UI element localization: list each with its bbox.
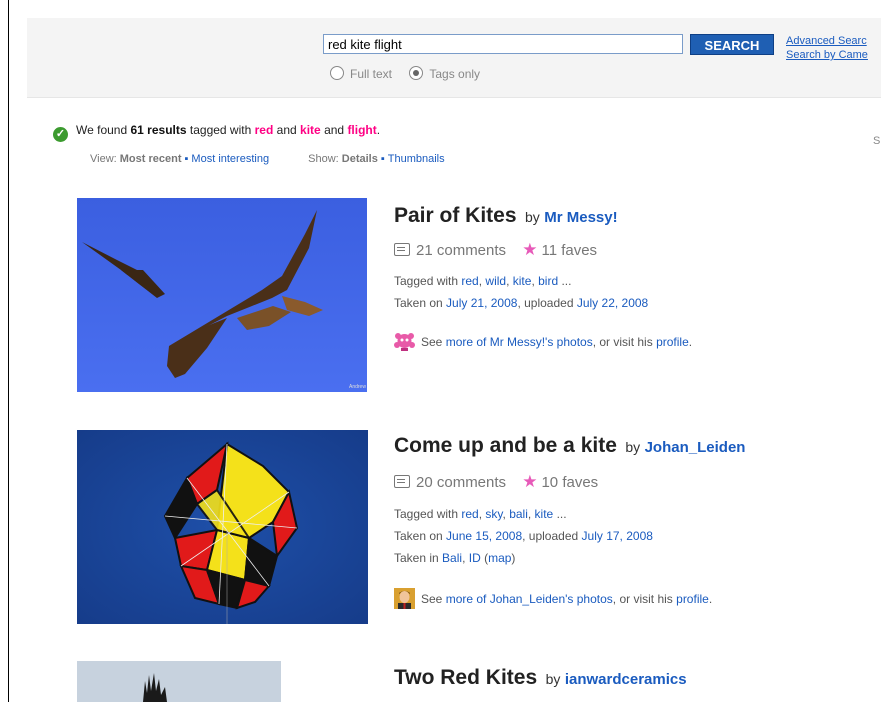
taken-on-label: Taken on <box>394 296 443 310</box>
search-mode-options: Full text Tags only <box>330 66 494 82</box>
tags-only-label: Tags only <box>429 67 481 81</box>
show-label: Show: <box>308 153 339 165</box>
tagged-with-label: Tagged with <box>394 507 459 521</box>
view-options: View: Most recent ▪ Most interesting Show:… <box>90 153 445 165</box>
result-title-line: Pair of Kites by Mr Messy! <box>394 204 618 228</box>
comment-icon <box>394 243 410 256</box>
uploaded-label: , uploaded <box>517 296 574 310</box>
summary-period: . <box>376 123 381 137</box>
uploaded-label: , uploaded <box>522 529 579 543</box>
map-link[interactable]: map <box>488 551 511 565</box>
show-details: Details <box>341 153 378 165</box>
summary-tag-kite[interactable]: kite <box>300 123 321 137</box>
result-owner-link[interactable]: Johan_Leiden <box>645 439 746 456</box>
cut-off-label: S <box>873 135 881 147</box>
tag-link[interactable]: kite <box>513 274 532 288</box>
checkmark-icon: ✓ <box>53 127 68 142</box>
advanced-search-link[interactable]: Advanced Searc <box>786 34 868 48</box>
fave-star-icon: ★ <box>522 472 538 491</box>
result-title-link[interactable]: Come up and be a kite <box>394 434 617 457</box>
results-summary: ✓ We found 61 results tagged with red and… <box>53 123 380 142</box>
result-dates: Taken on June 15, 2008, uploaded July 17… <box>394 529 653 543</box>
fave-star-icon: ★ <box>522 240 538 259</box>
view-most-recent: Most recent <box>119 153 182 165</box>
comment-icon <box>394 475 410 488</box>
result-stats: 20 comments ★ 10 faves <box>394 472 598 492</box>
profile-link[interactable]: profile <box>656 335 689 349</box>
see-label: See <box>421 592 443 606</box>
view-most-interesting-link[interactable]: Most interesting <box>191 153 269 165</box>
buddy-icon[interactable] <box>394 588 415 609</box>
summary-tagged-with: tagged with <box>189 123 252 137</box>
location-place-link[interactable]: Bali <box>442 551 462 565</box>
show-thumbnails-link[interactable]: Thumbnails <box>388 153 445 165</box>
result-thumbnail-come-up-and-be-a-kite[interactable] <box>77 430 368 624</box>
result-see-more: See more of Johan_Leiden's photos, or vi… <box>394 588 712 609</box>
tag-link[interactable]: sky <box>485 507 502 521</box>
tag-link[interactable]: bali <box>509 507 528 521</box>
comment-count: 21 comments <box>416 242 507 259</box>
result-title-link[interactable]: Pair of Kites <box>394 204 517 227</box>
summary-and: and <box>324 123 345 137</box>
result-title-line: Come up and be a kite by Johan_Leiden <box>394 434 745 458</box>
taken-date-link[interactable]: July 21, 2008 <box>446 296 517 310</box>
result-title-link[interactable]: Two Red Kites <box>394 666 537 689</box>
search-input[interactable]: red kite flight <box>323 34 683 54</box>
result-stats: 21 comments ★ 11 faves <box>394 240 597 260</box>
tags-only-radio[interactable] <box>409 66 424 80</box>
result-thumbnail-two-red-kites[interactable] <box>77 661 281 702</box>
result-owner-link[interactable]: Mr Messy! <box>544 209 617 226</box>
search-bar-area <box>27 18 881 98</box>
result-by: by <box>625 439 641 455</box>
summary-tag-red[interactable]: red <box>255 123 274 137</box>
result-count: 61 results <box>130 123 187 137</box>
fulltext-radio[interactable] <box>330 66 344 80</box>
fave-count: 11 faves <box>541 242 598 259</box>
tag-link[interactable]: kite <box>535 507 554 521</box>
uploaded-date-link[interactable]: July 22, 2008 <box>577 296 648 310</box>
tag-link[interactable]: red <box>461 274 478 288</box>
more-photos-link[interactable]: more of Mr Messy!'s photos <box>446 335 593 349</box>
result-title-line: Two Red Kites by ianwardceramics <box>394 666 687 690</box>
search-by-camera-link[interactable]: Search by Came <box>786 48 868 62</box>
visit-text: , or visit his <box>612 592 673 606</box>
result-dates: Taken on July 21, 2008, uploaded July 22… <box>394 296 648 310</box>
more-photos-link[interactable]: more of Johan_Leiden's photos <box>446 592 613 606</box>
result-owner-link[interactable]: ianwardceramics <box>565 671 687 688</box>
taken-date-link[interactable]: June 15, 2008 <box>446 529 522 543</box>
result-see-more: See more of Mr Messy!'s photos, or visit… <box>394 331 692 352</box>
result-tags: Tagged with red, sky, bali, kite ... <box>394 507 567 521</box>
result-location: Taken in Bali, ID (map) <box>394 551 516 565</box>
photo-watermark: Andrew <box>349 384 366 390</box>
visit-text: , or visit his <box>592 335 653 349</box>
summary-prefix: We found <box>76 123 128 137</box>
tag-link[interactable]: red <box>461 507 478 521</box>
taken-on-label: Taken on <box>394 529 443 543</box>
fave-count: 10 faves <box>541 474 599 491</box>
tag-link[interactable]: wild <box>485 274 506 288</box>
result-by: by <box>545 671 561 687</box>
view-label: View: <box>90 153 117 165</box>
tag-link[interactable]: bird <box>538 274 558 288</box>
tagged-with-label: Tagged with <box>394 274 459 288</box>
uploaded-date-link[interactable]: July 17, 2008 <box>582 529 653 543</box>
summary-tag-flight[interactable]: flight <box>347 123 376 137</box>
taken-in-label: Taken in <box>394 551 439 565</box>
fulltext-label: Full text <box>350 67 393 81</box>
result-thumbnail-pair-of-kites[interactable]: Andrew <box>77 198 367 392</box>
advanced-search-links: Advanced Searc Search by Came <box>786 34 868 62</box>
result-by: by <box>525 209 540 225</box>
buddy-icon[interactable] <box>394 331 415 352</box>
location-region-link[interactable]: ID <box>469 551 481 565</box>
window-left-border <box>8 0 9 702</box>
summary-and: and <box>276 123 297 137</box>
result-tags: Tagged with red, wild, kite, bird ... <box>394 274 572 288</box>
search-button[interactable]: SEARCH <box>690 34 774 55</box>
profile-link[interactable]: profile <box>676 592 709 606</box>
see-label: See <box>421 335 443 349</box>
comment-count: 20 comments <box>416 474 507 491</box>
